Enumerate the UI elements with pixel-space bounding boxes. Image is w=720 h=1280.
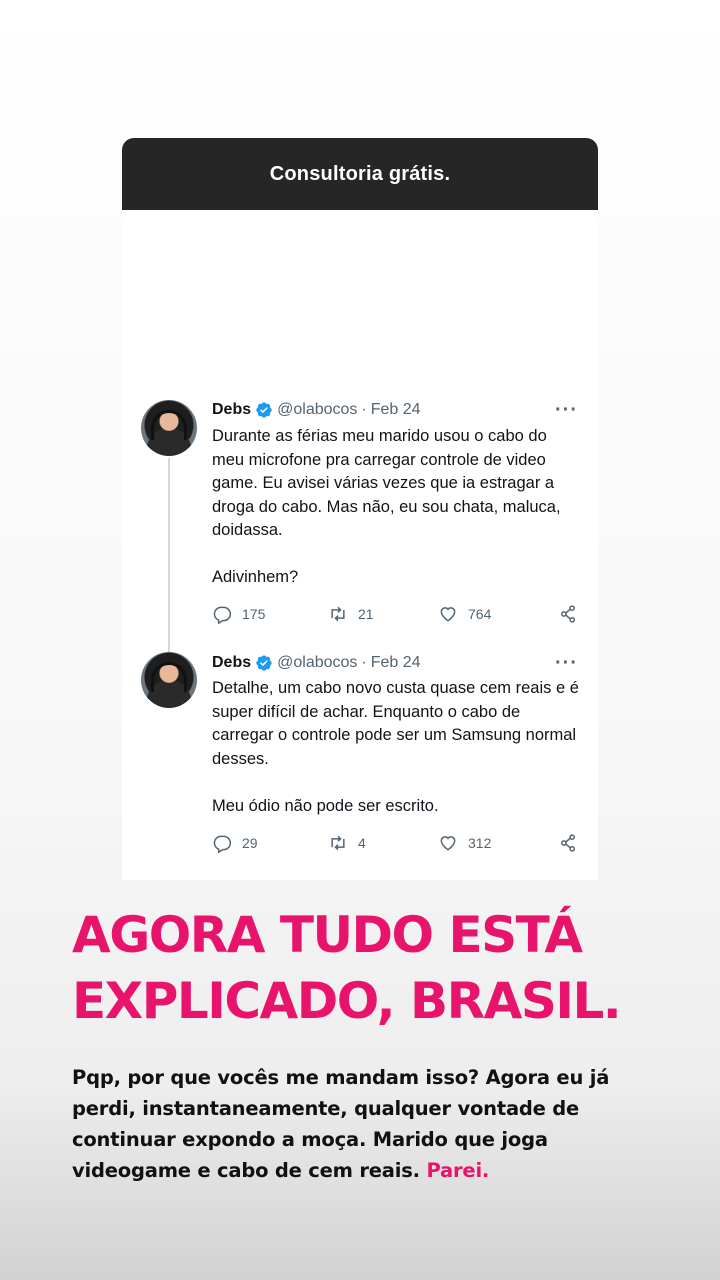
- headline-line-2: EXPLICADO, BRASIL.: [72, 972, 622, 1030]
- headline: AGORA TUDO ESTÁ EXPLICADO, BRASIL.: [72, 902, 692, 1034]
- tweet-date[interactable]: Feb 24: [371, 400, 421, 420]
- author-name[interactable]: Debs: [212, 653, 251, 673]
- retweet-button[interactable]: 4: [328, 832, 366, 854]
- separator-dot: ·: [361, 401, 367, 418]
- verified-badge-icon: [256, 655, 272, 671]
- tweet-screenshot: Debs @olabocos · Feb 24 ··· Durante as f…: [122, 210, 598, 880]
- tweet-text: Durante as férias meu marido usou o cabo…: [212, 425, 582, 590]
- verified-badge-icon: [256, 402, 272, 418]
- reply-count: 29: [242, 835, 258, 851]
- like-button[interactable]: 764: [438, 603, 491, 625]
- thread-connector-line: [168, 458, 170, 654]
- tweet-paragraph: Durante as férias meu marido usou o cabo…: [212, 427, 561, 539]
- more-options-icon[interactable]: ···: [555, 653, 578, 673]
- story-card-header: Consultoria grátis.: [122, 138, 598, 210]
- avatar[interactable]: [141, 400, 197, 456]
- retweet-button[interactable]: 21: [328, 603, 374, 625]
- reply-icon: [213, 835, 232, 853]
- card-title: Consultoria grátis.: [269, 162, 451, 185]
- like-icon: [440, 607, 456, 622]
- avatar[interactable]: [141, 652, 197, 708]
- like-count: 764: [468, 606, 492, 622]
- caption-text: Pqp, por que vocês me mandam isso? Agora…: [72, 1062, 672, 1186]
- author-handle[interactable]: @olabocos: [277, 653, 357, 673]
- reply-icon: [213, 606, 232, 624]
- tweet-paragraph: Detalhe, um cabo novo custa quase cem re…: [212, 679, 579, 768]
- author-name[interactable]: Debs: [212, 400, 251, 420]
- separator-dot: ·: [361, 654, 367, 671]
- retweet-count: 21: [358, 606, 374, 622]
- share-icon: [561, 834, 575, 852]
- tweet-text: Detalhe, um cabo novo custa quase cem re…: [212, 677, 582, 818]
- reply-button[interactable]: 29: [212, 832, 258, 854]
- like-icon: [440, 836, 456, 851]
- tweet-actions: 29 4 312: [212, 832, 582, 854]
- headline-line-1: AGORA TUDO ESTÁ: [72, 906, 583, 964]
- reply-button[interactable]: 175: [212, 603, 265, 625]
- reply-count: 175: [242, 606, 266, 622]
- like-count: 312: [468, 835, 492, 851]
- tweet-date[interactable]: Feb 24: [371, 653, 421, 673]
- retweet-icon: [331, 606, 345, 622]
- share-button[interactable]: [558, 603, 578, 625]
- tweet-paragraph: Meu ódio não pode ser escrito.: [212, 796, 439, 815]
- retweet-icon: [331, 835, 345, 851]
- like-button[interactable]: 312: [438, 832, 491, 854]
- tweet-header: Debs @olabocos · Feb 24: [212, 400, 421, 420]
- share-button[interactable]: [558, 832, 578, 854]
- caption-accent: Parei.: [426, 1159, 490, 1182]
- retweet-count: 4: [358, 835, 366, 851]
- author-handle[interactable]: @olabocos: [277, 400, 357, 420]
- tweet-header: Debs @olabocos · Feb 24: [212, 653, 421, 673]
- share-icon: [561, 605, 575, 623]
- tweet-actions: 175 21 764: [212, 603, 582, 625]
- tweet-paragraph: Adivinhem?: [212, 568, 299, 586]
- caption-body: Pqp, por que vocês me mandam isso? Agora…: [72, 1066, 610, 1182]
- more-options-icon[interactable]: ···: [555, 400, 578, 420]
